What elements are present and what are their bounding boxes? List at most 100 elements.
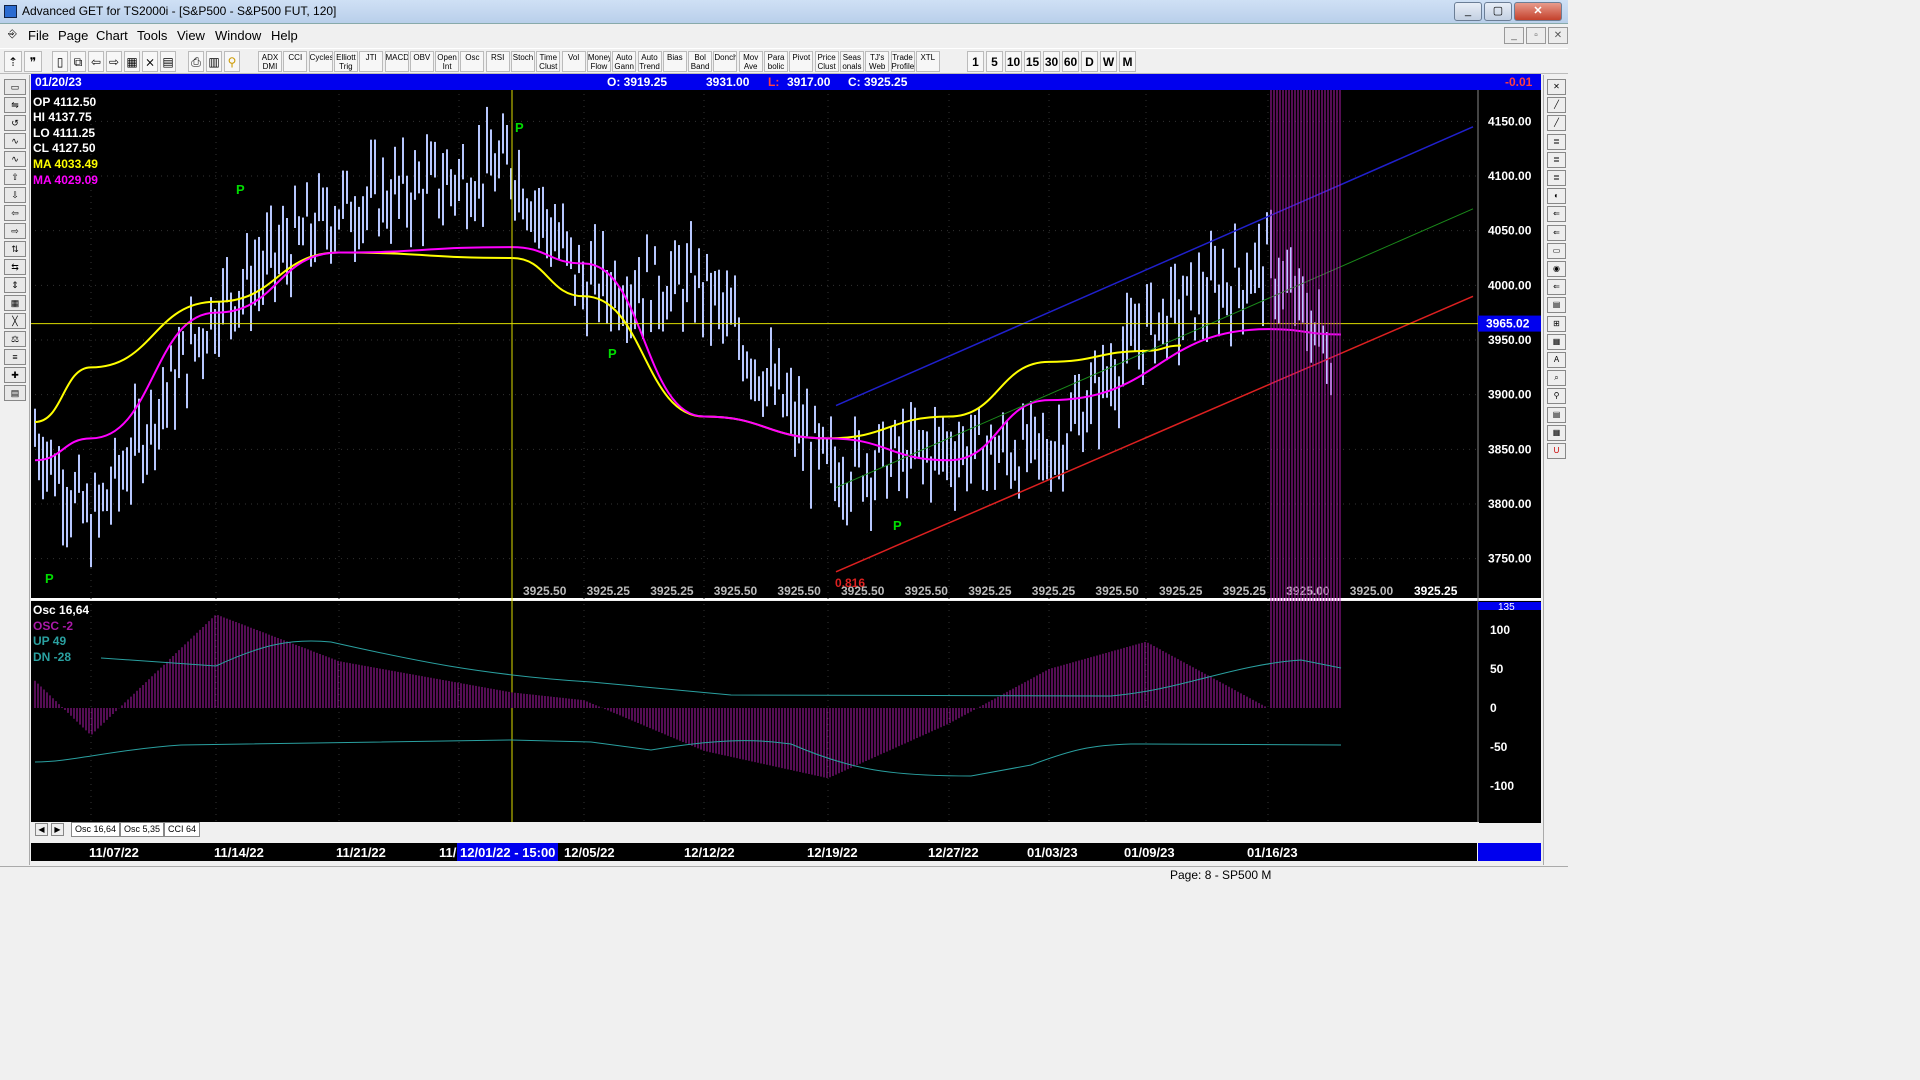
indicator-button[interactable]: XTL — [915, 51, 940, 72]
right-tool-icon[interactable]: ◉ — [1547, 261, 1566, 277]
left-tool-icon[interactable]: ≡ — [4, 349, 26, 365]
menu-window[interactable]: Window — [215, 28, 261, 43]
left-tool-icon[interactable]: ✚ — [4, 367, 26, 383]
close-button[interactable]: ✕ — [1514, 2, 1562, 21]
indicator-button[interactable]: Money Flow — [586, 51, 611, 72]
tab-prev-icon[interactable]: ◀ — [35, 823, 48, 836]
left-tool-icon[interactable]: ⇨ — [4, 223, 26, 239]
indicator-button[interactable]: Auto Trend — [637, 51, 662, 72]
mdi-icon[interactable]: ⎆ — [8, 28, 17, 41]
right-tool-icon[interactable]: ⊞ — [1547, 315, 1566, 332]
indicator-button[interactable]: Seas onals — [839, 51, 864, 72]
indicator-button[interactable]: Bias — [662, 51, 687, 72]
maximize-button[interactable]: ▢ — [1484, 2, 1512, 21]
period-button[interactable]: 60 — [1062, 51, 1079, 72]
indicator-button[interactable]: Elliott Trig — [333, 51, 358, 72]
right-tool-icon[interactable]: ⌕ — [1547, 370, 1566, 387]
mdi-restore-button[interactable]: ▫ — [1526, 27, 1546, 44]
indicator-button[interactable]: ADX DMI — [258, 51, 282, 72]
right-tool-icon[interactable]: A — [1547, 352, 1566, 368]
menu-page[interactable]: Page — [58, 28, 88, 43]
period-button[interactable]: D — [1081, 51, 1098, 72]
indicator-button[interactable]: Osc — [460, 51, 485, 72]
left-tool-icon[interactable]: ⇕ — [4, 277, 26, 293]
left-tool-icon[interactable]: ∿ — [4, 133, 26, 149]
right-tool-icon[interactable]: U — [1547, 443, 1566, 459]
new-page-icon[interactable]: ▯ — [52, 51, 68, 72]
right-tool-icon[interactable]: ≣ — [1547, 151, 1566, 168]
indicator-button[interactable]: MACD — [384, 51, 409, 72]
right-tool-icon[interactable]: ≣ — [1547, 170, 1566, 186]
indicator-button[interactable]: Mov Ave — [738, 51, 763, 72]
menu-help[interactable]: Help — [271, 28, 298, 43]
cross-icon[interactable]: ⨯ — [142, 51, 158, 72]
menu-tools[interactable]: Tools — [137, 28, 167, 43]
indicator-button[interactable]: Para bolic — [764, 51, 788, 72]
indicator-button[interactable]: CCI — [283, 51, 308, 72]
menu-file[interactable]: File — [28, 28, 49, 43]
print-icon[interactable]: ⎙ — [188, 51, 204, 72]
left-tool-icon[interactable]: ⇧ — [4, 169, 26, 185]
tab-next-icon[interactable]: ▶ — [51, 823, 64, 836]
right-tool-icon[interactable]: ▦ — [1547, 424, 1566, 441]
right-tool-icon[interactable]: ╱ — [1547, 115, 1566, 132]
period-button[interactable]: 15 — [1024, 51, 1041, 72]
indicator-button[interactable]: Pivot — [789, 51, 814, 72]
right-tool-icon[interactable]: ▦ — [1547, 333, 1566, 350]
setup-icon[interactable]: ▥ — [206, 51, 222, 72]
period-button[interactable]: 10 — [1005, 51, 1022, 72]
chart-area[interactable]: 4150.00 4100.00 4050.00 4000.00 3950.00 3900.… — [31, 90, 1541, 835]
left-tool-icon[interactable]: ∿ — [4, 151, 26, 167]
left-tool-icon[interactable]: ╳ — [4, 313, 26, 329]
left-tool-icon[interactable]: ⇅ — [4, 241, 26, 257]
left-tool-icon[interactable]: ▭ — [4, 79, 26, 95]
tab-cci-64[interactable]: CCI 64 — [164, 822, 201, 837]
mdi-close-button[interactable]: ✕ — [1548, 27, 1568, 44]
indicator-button[interactable]: JTI — [359, 51, 384, 72]
period-button[interactable]: W — [1100, 51, 1117, 72]
right-tool-icon[interactable]: ≣ — [1547, 133, 1566, 150]
period-button[interactable]: M — [1119, 51, 1136, 72]
forward-icon[interactable]: ⇨ — [106, 51, 122, 72]
left-tool-icon[interactable]: ⇋ — [4, 97, 26, 113]
left-tool-icon[interactable]: ⇆ — [4, 259, 26, 275]
indicator-button[interactable]: Stoch — [511, 51, 535, 72]
indicator-button[interactable]: Cycles — [308, 51, 333, 72]
right-tool-icon[interactable]: ⇐ — [1547, 206, 1566, 223]
right-tool-icon[interactable]: ✕ — [1547, 79, 1566, 95]
left-tool-icon[interactable]: ▦ — [4, 295, 26, 311]
layout-icon[interactable]: ▤ — [160, 51, 176, 72]
right-tool-icon[interactable]: ▤ — [1547, 406, 1566, 423]
quote-icon[interactable]: ❞ — [24, 51, 42, 72]
hint-icon[interactable]: ⚲ — [224, 51, 240, 72]
indicator-button[interactable]: Open Int — [435, 51, 460, 72]
indicator-button[interactable]: Bol Band — [688, 51, 713, 72]
tab-osc-5-35[interactable]: Osc 5,35 — [120, 822, 165, 837]
left-tool-icon[interactable]: ↺ — [4, 115, 26, 131]
indicator-button[interactable]: OBV — [409, 51, 434, 72]
grid-icon[interactable]: ▦ — [124, 51, 140, 72]
pointer-icon[interactable]: ⇡ — [4, 51, 22, 72]
menu-view[interactable]: View — [177, 28, 205, 43]
indicator-button[interactable]: Time Clust — [536, 51, 561, 72]
right-tool-icon[interactable]: ▭ — [1547, 242, 1566, 259]
tab-osc-16-64[interactable]: Osc 16,64 — [71, 822, 121, 837]
left-tool-icon[interactable]: ▤ — [4, 385, 26, 401]
indicator-button[interactable]: TJ's Web — [865, 51, 890, 72]
period-button[interactable]: 30 — [1043, 51, 1060, 72]
indicator-button[interactable]: Auto Gann — [612, 51, 637, 72]
right-tool-icon[interactable]: ⚲ — [1547, 388, 1566, 405]
right-tool-icon[interactable]: ╱ — [1547, 97, 1566, 114]
right-tool-icon[interactable]: ◐ — [1547, 188, 1566, 205]
left-tool-icon[interactable]: ⇦ — [4, 205, 26, 221]
mdi-minimize-button[interactable]: _ — [1504, 27, 1524, 44]
indicator-button[interactable]: RSI — [485, 51, 510, 72]
right-tool-icon[interactable]: ⇐ — [1547, 279, 1566, 296]
indicator-button[interactable]: Donch — [713, 51, 738, 72]
indicator-button[interactable]: Trade Profile — [890, 51, 915, 72]
minimize-button[interactable]: _ — [1454, 2, 1482, 21]
left-tool-icon[interactable]: ⚖ — [4, 331, 26, 347]
left-tool-icon[interactable]: ⇩ — [4, 187, 26, 203]
right-tool-icon[interactable]: ▤ — [1547, 297, 1566, 314]
price-chart-svg[interactable]: 4150.00 4100.00 4050.00 4000.00 3950.00 3900.… — [31, 90, 1541, 835]
